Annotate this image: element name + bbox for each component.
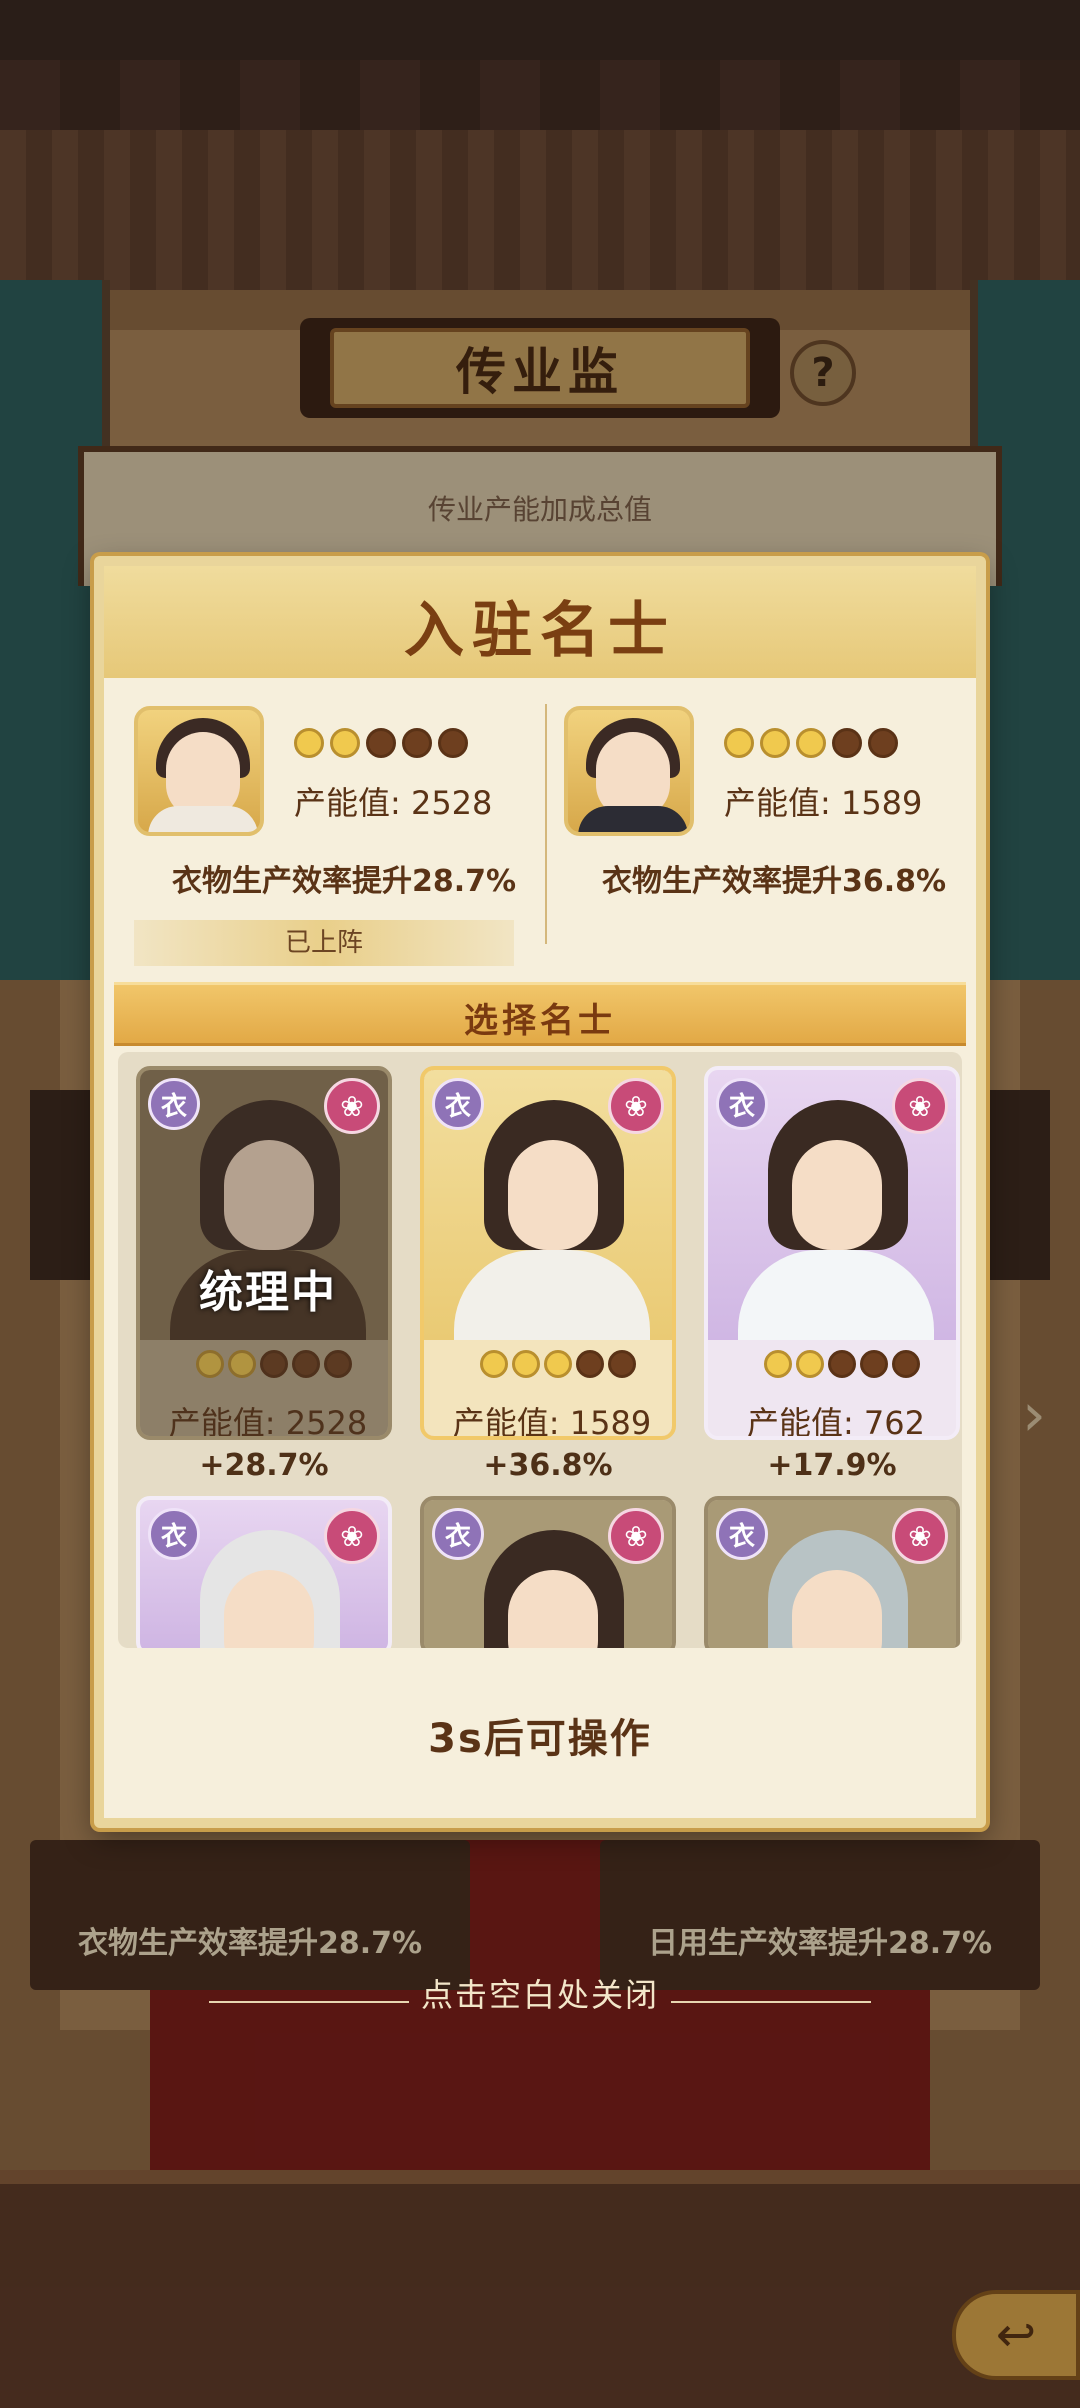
avatar: [134, 706, 264, 836]
divider-line: [208, 2000, 409, 2003]
star-rating: [724, 728, 898, 758]
cloth-type-tag: 衣: [716, 1078, 768, 1130]
divider-line: [671, 2000, 871, 2003]
butterfly-icon: ❀: [892, 1078, 948, 1134]
figure-face: [792, 1140, 882, 1250]
avatar: [564, 706, 694, 836]
star-empty-icon: [860, 1350, 888, 1378]
butterfly-icon: ❀: [892, 1508, 948, 1564]
cloth-type-tag: 衣: [148, 1508, 200, 1560]
butterfly-icon: ❀: [608, 1078, 664, 1134]
star-icon: [480, 1350, 508, 1378]
star-icon: [796, 1350, 824, 1378]
avatar-robe: [578, 806, 688, 832]
star-icon: [760, 728, 790, 758]
resident-scholars-modal: 入驻名士 产能值: 2528 衣物生产效率提升28.7% 已上阵 产能值: 15…: [94, 556, 986, 1828]
star-rating: [480, 1350, 636, 1378]
star-icon: [512, 1350, 540, 1378]
star-empty-icon: [868, 728, 898, 758]
select-scholar-title: 选择名士: [464, 1001, 616, 1041]
star-icon: [544, 1350, 572, 1378]
cloth-type-tag: 衣: [148, 1078, 200, 1130]
star-rating: [294, 728, 468, 758]
close-hint[interactable]: 点击空白处关闭: [0, 1970, 1080, 2016]
star-icon: [764, 1350, 792, 1378]
star-empty-icon: [402, 728, 432, 758]
power-value: 产能值: 1589: [724, 784, 923, 822]
cooldown-text: 3s后可操作: [428, 1716, 652, 1762]
star-icon: [294, 728, 324, 758]
deployed-badge: 已上阵: [134, 920, 514, 966]
avatar-robe: [148, 806, 258, 832]
scholar-card[interactable]: 衣 ❀: [704, 1496, 960, 1648]
boost-percent: +28.7%: [199, 1448, 329, 1483]
scholar-grid[interactable]: 产能值: 2528 统理中 衣 ❀ 产能值: 1589 衣 ❀ 产能值: 762…: [118, 1052, 962, 1648]
scholar-card[interactable]: 产能值: 2528 统理中 衣 ❀: [136, 1066, 392, 1440]
scholar-card[interactable]: 产能值: 762 衣 ❀: [704, 1066, 960, 1440]
star-rating: [764, 1350, 920, 1378]
scholar-card-selected[interactable]: 产能值: 1589 衣 ❀: [420, 1066, 676, 1440]
resident-slot-2[interactable]: 产能值: 1589 衣物生产效率提升36.8%: [564, 706, 984, 966]
star-icon: [330, 728, 360, 758]
power-value: 产能值: 2528: [294, 784, 493, 822]
boost-text: 衣物生产效率提升36.8%: [601, 864, 947, 899]
star-icon: [724, 728, 754, 758]
star-icon: [796, 728, 826, 758]
boost-percent: +36.8%: [483, 1448, 613, 1483]
star-empty-icon: [438, 728, 468, 758]
managing-status: 统理中: [199, 1267, 337, 1318]
butterfly-icon: ❀: [608, 1508, 664, 1564]
slot-divider: [545, 704, 547, 944]
star-empty-icon: [608, 1350, 636, 1378]
modal-title: 入驻名士: [404, 596, 676, 666]
cloth-type-tag: 衣: [432, 1508, 484, 1560]
cloth-type-tag: 衣: [716, 1508, 768, 1560]
boost-text: 衣物生产效率提升28.7%: [171, 864, 517, 899]
butterfly-icon: ❀: [324, 1508, 380, 1564]
butterfly-icon: ❀: [324, 1078, 380, 1134]
star-empty-icon: [366, 728, 396, 758]
power-value: 产能值: 1589: [452, 1404, 652, 1440]
cloth-type-tag: 衣: [432, 1078, 484, 1130]
close-hint-text: 点击空白处关闭: [420, 1976, 659, 2014]
scholar-card[interactable]: 衣 ❀: [420, 1496, 676, 1648]
star-empty-icon: [832, 728, 862, 758]
scholar-card[interactable]: 衣 ❀: [136, 1496, 392, 1648]
power-value: 产能值: 762: [746, 1404, 926, 1440]
boost-percent: +17.9%: [767, 1448, 897, 1483]
figure-face: [508, 1140, 598, 1250]
select-scholar-bar: 选择名士: [114, 982, 966, 1046]
star-empty-icon: [576, 1350, 604, 1378]
star-empty-icon: [828, 1350, 856, 1378]
star-empty-icon: [892, 1350, 920, 1378]
